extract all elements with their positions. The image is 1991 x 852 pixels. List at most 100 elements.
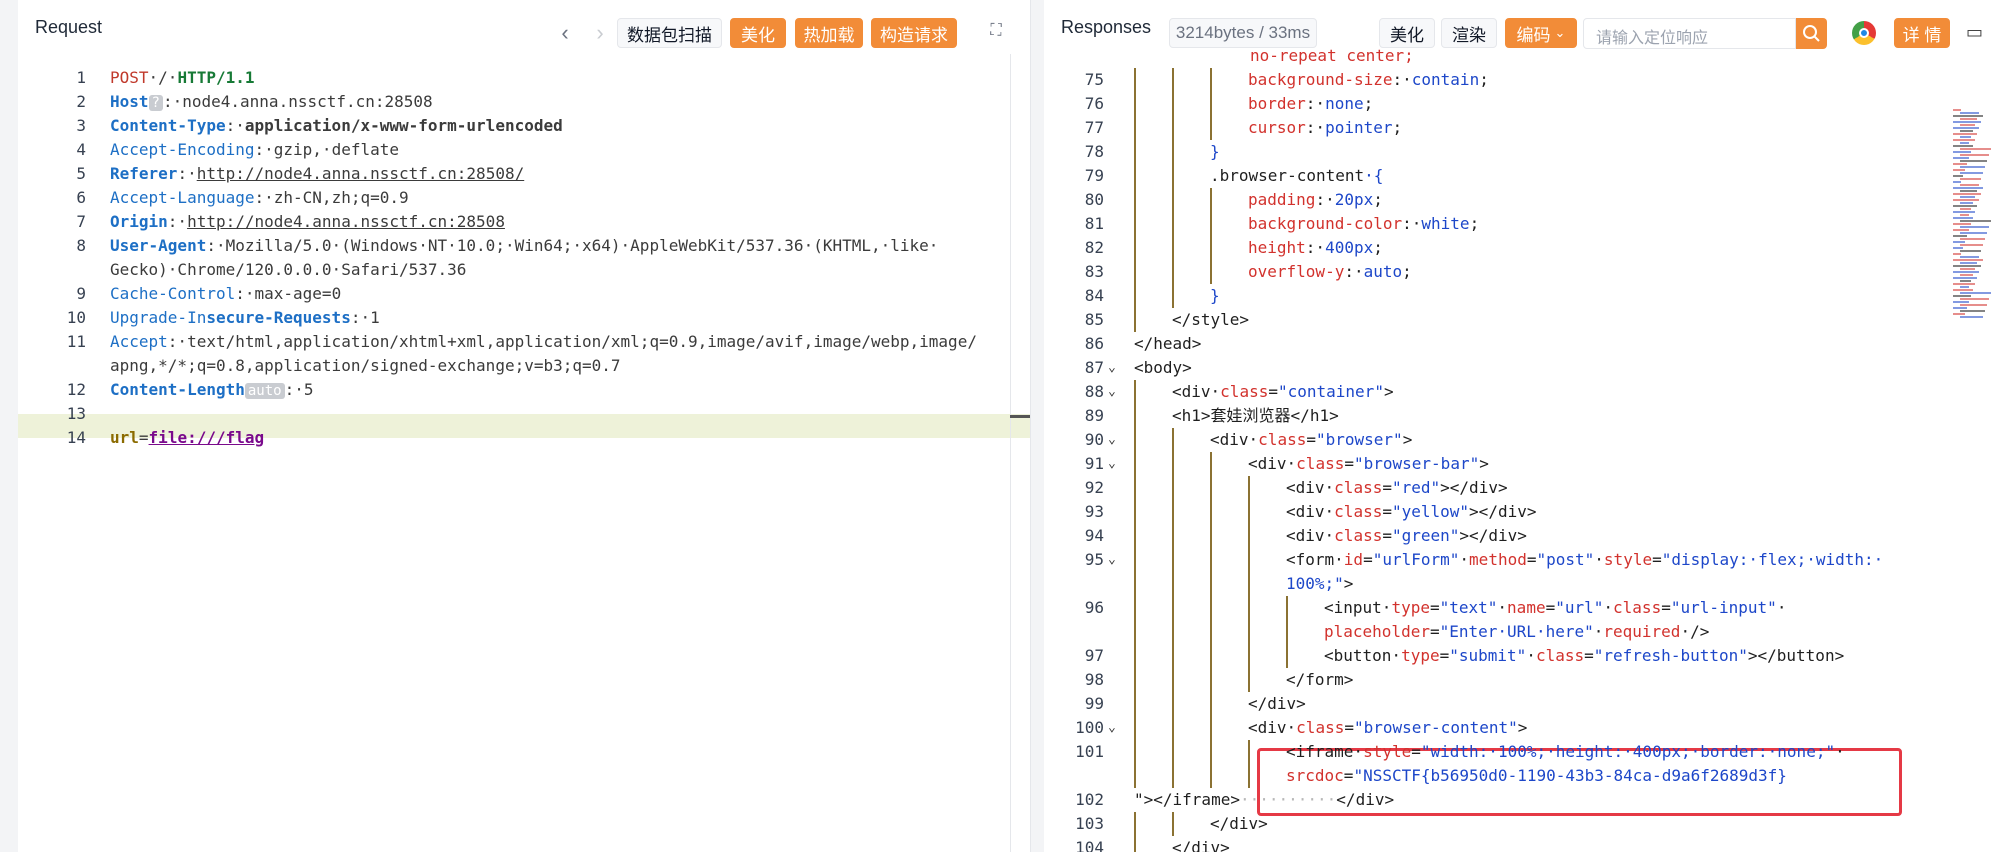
expand-icon[interactable]: ⛶ [986, 22, 1006, 40]
code-token: 套娃浏览器 [1210, 406, 1291, 425]
request-editor[interactable]: 1 POST·/·HTTP/1.1 2 Host?:·node4.anna.nssct… [18, 54, 1030, 852]
hot-load-button[interactable]: 热加载 [795, 18, 863, 48]
minimap-line [1953, 169, 1965, 171]
response-line-text: <iframe·style="width:·100%;·height:·400p… [1286, 740, 1845, 764]
beautify-button[interactable]: 美化 [730, 18, 786, 48]
code-token: required [1603, 622, 1681, 641]
response-line-text: background-color:·white; [1248, 212, 1479, 236]
locate-response-input[interactable]: 请输入定位响应 [1583, 18, 1796, 49]
response-line-text: </style> [1172, 308, 1249, 332]
line-number: 85 [1084, 310, 1104, 329]
response-line-text: padding:·20px; [1248, 188, 1383, 212]
request-line-text: Cache-Control:·max-age=0 [110, 282, 341, 306]
code-minimap[interactable] [1949, 109, 1991, 349]
indent-guide [1172, 596, 1174, 620]
response-line-text: <div·class="browser"> [1210, 428, 1412, 452]
partial-line-text: no-repeat center; [1250, 46, 1414, 65]
line-number: 100 [1075, 718, 1104, 737]
line-number: 1 [76, 68, 86, 87]
request-line-text: url=file:///flag [110, 426, 264, 450]
code-token: · [1459, 550, 1470, 569]
encoding-label: 编码 [1516, 25, 1551, 45]
line-number: 98 [1084, 670, 1104, 689]
details-button[interactable]: 详 情 [1894, 18, 1950, 48]
render-button[interactable]: 渲染 [1441, 18, 1497, 48]
request-line-text: Host?:·node4.anna.nssctf.cn:28508 [110, 90, 433, 115]
code-token: ; [1392, 118, 1403, 137]
code-token: Accept-Language [110, 188, 255, 207]
code-token: </head> [1134, 334, 1202, 353]
fold-chevron-icon[interactable]: ⌄ [1108, 548, 1116, 572]
code-token: :·gzip,·deflate [254, 140, 400, 159]
code-token: ? [148, 95, 163, 111]
encoding-dropdown[interactable]: 编码 ⌄ [1505, 18, 1577, 48]
indent-guide [1248, 740, 1250, 764]
chrome-icon[interactable] [1852, 21, 1876, 45]
next-arrow-icon[interactable]: › [590, 20, 610, 46]
code-token: = [1343, 766, 1354, 785]
code-token: = [1652, 550, 1662, 569]
fold-chevron-icon[interactable]: ⌄ [1108, 452, 1116, 476]
request-line-text: Upgrade-Insecure-Requests:·1 [110, 306, 380, 330]
code-token: "browser-bar" [1353, 454, 1480, 473]
code-token: = [1584, 646, 1594, 665]
code-token: · [1593, 622, 1604, 641]
minimap-line [1953, 259, 1983, 261]
code-token: :·max-age=0 [235, 284, 342, 303]
minimap-line [1953, 307, 1967, 309]
indent-guide [1172, 452, 1174, 476]
request-line-text: User-Agent:·Mozilla/5.0·(Windows·NT·10.0… [110, 234, 938, 258]
comment-icon[interactable]: ▭ [1966, 22, 1983, 43]
response-line-text: </head> [1134, 332, 1201, 356]
search-button[interactable] [1796, 18, 1827, 49]
code-token: > [1343, 574, 1354, 593]
code-token: > [1517, 718, 1528, 737]
minimap-line [1953, 199, 1979, 201]
code-token: ></div> [1469, 502, 1537, 521]
line-number: 80 [1084, 190, 1104, 209]
code-token: · [1603, 598, 1614, 617]
indent-guide [1210, 596, 1212, 620]
indent-guide [1172, 260, 1174, 284]
minimap-line [1960, 136, 1971, 138]
minimap-line [1953, 301, 1969, 303]
line-number: 82 [1084, 238, 1104, 257]
indent-guide [1172, 92, 1174, 116]
code-token: } [1210, 286, 1220, 305]
indent-guide [1134, 740, 1136, 764]
request-panel: Request ‹ › 数据包扫描 美化 热加载 构造请求 ⛶ 1 POST·/·… [18, 0, 1031, 852]
prev-arrow-icon[interactable]: ‹ [555, 20, 575, 46]
minimap-line [1960, 130, 1973, 132]
request-line-text: Origin:·http://node4.anna.nssctf.cn:2850… [110, 210, 505, 234]
line-number: 8 [76, 236, 86, 255]
code-token: = [1661, 598, 1671, 617]
code-token: Accept-Encoding [110, 140, 255, 159]
code-token: Content-Type [110, 116, 226, 135]
minimap-line [1953, 253, 1961, 255]
code-token: class [1334, 502, 1383, 521]
fold-chevron-icon[interactable]: ⌄ [1108, 380, 1116, 404]
line-number: 86 [1084, 334, 1104, 353]
minimap-line [1960, 316, 1983, 318]
fold-chevron-icon[interactable]: ⌄ [1108, 356, 1116, 380]
minimap-line [1960, 310, 1985, 312]
indent-guide [1172, 764, 1174, 788]
request-line-text: Content-Length auto:·5 [110, 378, 313, 403]
code-token: :· [1305, 118, 1326, 137]
line-number: 81 [1084, 214, 1104, 233]
indent-guide [1172, 740, 1174, 764]
minimap-line [1953, 241, 1965, 243]
line-number: 12 [66, 380, 86, 399]
fold-chevron-icon[interactable]: ⌄ [1108, 716, 1116, 740]
construct-request-button[interactable]: 构造请求 [871, 18, 957, 48]
response-editor[interactable]: no-repeat center; 75 background-size:·cont… [1044, 46, 1991, 852]
minimap-line [1960, 226, 1989, 228]
code-token: :· [1315, 190, 1335, 209]
code-token: class [1334, 526, 1383, 545]
indent-guide [1134, 188, 1136, 212]
fold-chevron-icon[interactable]: ⌄ [1108, 428, 1116, 452]
minimap-line [1960, 166, 1985, 168]
indent-guide [1172, 548, 1174, 572]
packet-scan-button[interactable]: 数据包扫描 [617, 18, 722, 48]
code-token: :· [225, 116, 245, 135]
